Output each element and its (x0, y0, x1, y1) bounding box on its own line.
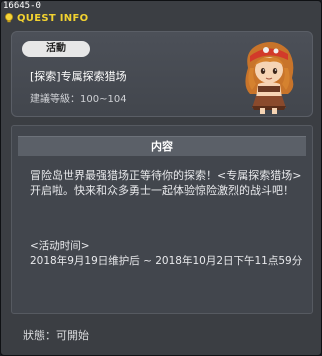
quest-info-window: 16645-0 QUEST INFO 活動 [探索]专属探索猎场 建議等級：10… (0, 0, 322, 356)
event-period-label: <活动时间> (30, 240, 90, 252)
category-badge: 活動 (22, 41, 90, 57)
title-bar[interactable]: QUEST INFO (4, 11, 88, 25)
event-period-text: 2018年9月19日维护后 ~ 2018年10月2日下午11点59分 (30, 255, 303, 267)
window-title: QUEST INFO (17, 12, 89, 24)
event-period: <活动时间> 2018年9月19日维护后 ~ 2018年10月2日下午11点59… (30, 239, 306, 269)
recommended-level: 建議等級：100~104 (30, 94, 127, 105)
quest-description: 冒险岛世界最强猎场正等待你的探索！<专属探索猎场>开启啦。快来和众多勇士一起体验… (30, 169, 302, 197)
content-panel: 内容 冒险岛世界最强猎场正等待你的探索！<专属探索猎场>开启啦。快来和众多勇士一… (11, 125, 313, 314)
quest-name: [探索]专属探索猎场 (30, 70, 127, 83)
npc-portrait (245, 42, 294, 114)
quest-header-panel: 活動 [探索]专属探索猎场 建議等級：100~104 (11, 31, 313, 117)
lightbulb-icon (5, 13, 13, 23)
quest-status: 狀態：可開始 (23, 329, 89, 342)
content-header: 内容 (18, 136, 306, 156)
